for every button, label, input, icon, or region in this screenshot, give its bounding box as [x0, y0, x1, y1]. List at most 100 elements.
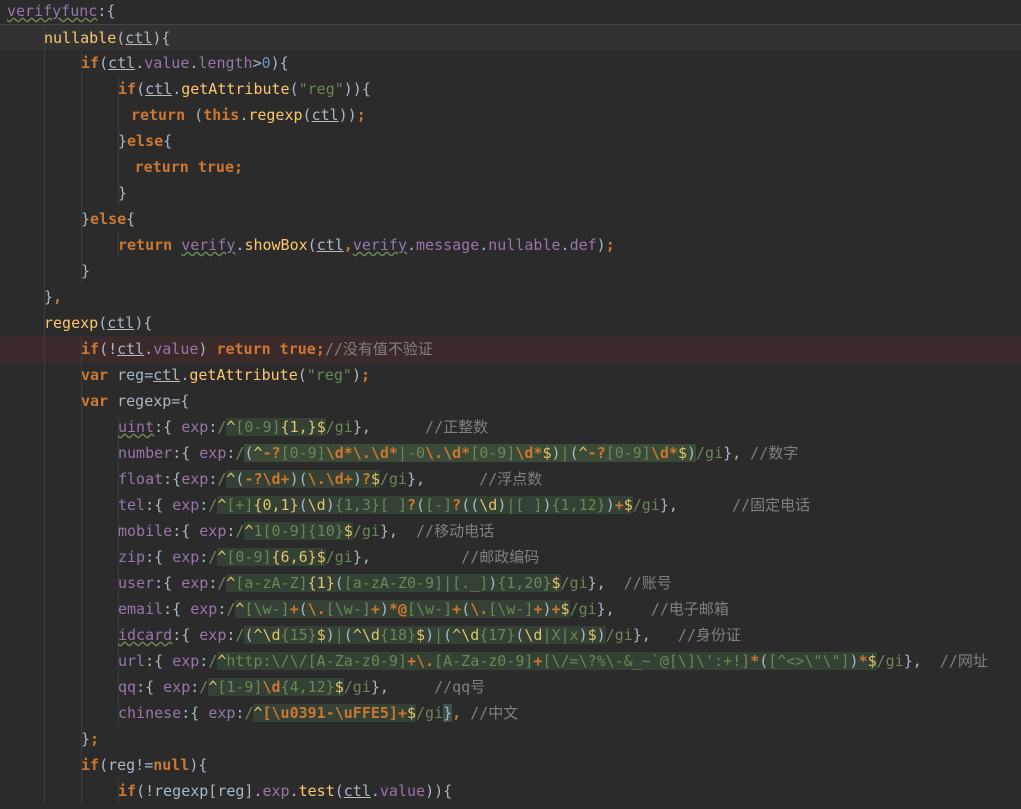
code-line[interactable]: }: [0, 180, 1021, 206]
code-token: null: [153, 756, 190, 774]
code-token: (: [343, 626, 353, 644]
indent-guide: [81, 622, 82, 648]
code-token: {15}: [280, 626, 317, 644]
indent-guide: [81, 674, 82, 700]
indent-guide: [81, 232, 82, 258]
code-line[interactable]: email:{ exp:/^[\w-]+(\.[\w-]+)*@[\w-]+(\…: [0, 596, 1021, 622]
indent-guide: [81, 778, 82, 804]
code-token: [\w-]: [244, 600, 290, 618]
code-token: message: [416, 236, 480, 254]
code-line[interactable]: return (this.regexp(ctl));: [0, 102, 1021, 128]
code-content: mobile:{ exp:/^1[0-9]{10}$/gi}, //移动电话: [118, 518, 494, 544]
code-token: {1,20}: [497, 574, 552, 592]
code-token: .: [560, 236, 570, 254]
code-line[interactable]: }else{: [0, 206, 1021, 232]
code-line[interactable]: }: [0, 258, 1021, 284]
code-line[interactable]: zip:{ exp:/^[0-9]{6,6}$/gi}, //邮政编码: [0, 544, 1021, 570]
code-line[interactable]: if(!ctl.value) return true;//没有值不验证: [0, 336, 1021, 362]
code-token: :{: [136, 678, 164, 696]
code-token: .: [144, 340, 154, 358]
code-token: showBox: [244, 236, 308, 254]
code-content: uint:{ exp:/^[0-9]{1,}$/gi}, //正整数: [118, 414, 488, 440]
code-token: verifyfunc: [7, 2, 98, 20]
code-token: (: [569, 444, 579, 462]
code-token: exp: [181, 470, 209, 488]
code-token: [1-9]: [217, 678, 263, 696]
code-line[interactable]: if(reg!=null){: [0, 752, 1021, 778]
code-line[interactable]: number:{ exp:/(^-?[0-9]\d*\.\d*|-0\.\d*[…: [0, 440, 1021, 466]
code-token: },: [903, 652, 922, 670]
code-token: \.: [470, 600, 489, 618]
indent-guide: [44, 518, 45, 544]
code-line[interactable]: return true;: [0, 154, 1021, 180]
code-line[interactable]: if(ctl.getAttribute("reg")){: [0, 76, 1021, 102]
code-token: .: [289, 782, 299, 800]
code-line[interactable]: url:{ exp:/^http:\/\/[A-Za-z0-9]+\.[A-Za…: [0, 648, 1021, 674]
code-content: number:{ exp:/(^-?[0-9]\d*\.\d*|-0\.\d*[…: [118, 440, 798, 466]
code-line[interactable]: regexp(ctl){: [0, 310, 1021, 336]
code-line[interactable]: tel:{ exp:/^[+]{0,1}(\d){1,3}[ ]?([-]?((…: [0, 492, 1021, 518]
code-line[interactable]: uint:{ exp:/^[0-9]{1,}$/gi}, //正整数: [0, 414, 1021, 440]
code-line[interactable]: chinese:{ exp:/^[\u0391-\uFFE5]+$/gi}, /…: [0, 700, 1021, 726]
code-token: return: [130, 106, 195, 124]
code-token: //移动电话: [397, 522, 495, 540]
code-token: length: [198, 54, 253, 72]
code-token: .: [370, 782, 380, 800]
code-token: //中文: [461, 704, 519, 722]
code-token: this: [203, 106, 240, 124]
code-token: //正整数: [370, 418, 489, 436]
code-token: {1}: [307, 574, 335, 592]
code-line[interactable]: qq:{ exp:/^[1-9]\d{4,12}$/gi}, //qq号: [0, 674, 1021, 700]
code-token: (: [194, 106, 204, 124]
code-token: (: [334, 574, 344, 592]
code-token: [0-9]: [470, 444, 516, 462]
code-token: /: [208, 496, 218, 514]
code-line[interactable]: };: [0, 726, 1021, 752]
code-line[interactable]: }else{: [0, 128, 1021, 154]
code-line[interactable]: var reg=ctl.getAttribute("reg");: [0, 362, 1021, 388]
code-token: ): [488, 574, 498, 592]
code-token: [\w-]: [488, 600, 534, 618]
code-line[interactable]: if(!regexp[reg].exp.test(ctl.value)){: [0, 778, 1021, 804]
code-line[interactable]: var regexp={: [0, 388, 1021, 414]
code-token: },: [659, 496, 678, 514]
code-line[interactable]: user:{ exp:/^[a-zA-Z]{1}([a-zA-Z0-9]|[._…: [0, 570, 1021, 596]
code-token: 0: [261, 54, 271, 72]
indent-guide: [44, 258, 45, 284]
code-line[interactable]: if(ctl.value.length>0){: [0, 50, 1021, 76]
code-token: [0-9]: [226, 548, 272, 566]
code-content: user:{ exp:/^[a-zA-Z]{1}([a-zA-Z0-9]|[._…: [118, 570, 672, 596]
code-token: var: [81, 392, 118, 410]
code-token: getAttribute: [181, 80, 290, 98]
code-token: ^: [253, 704, 263, 722]
code-line[interactable]: float:{exp:/^(-?\d+)(\.\d+)?$/gi}, //浮点数: [0, 466, 1021, 492]
code-token: exp: [172, 548, 200, 566]
code-token: :{: [172, 444, 200, 462]
code-token: (: [98, 314, 108, 332]
code-line[interactable]: mobile:{ exp:/^1[0-9]{10}$/gi}, //移动电话: [0, 518, 1021, 544]
code-token: exp: [190, 600, 218, 618]
code-line[interactable]: return verify.showBox(ctl,verify.message…: [0, 232, 1021, 258]
code-token: /gi: [352, 522, 380, 540]
code-line[interactable]: idcard:{ exp:/(^\d{15}$)|(^\d{18}$)|(^\d…: [0, 622, 1021, 648]
code-token: ,: [452, 704, 462, 722]
code-line[interactable]: },: [0, 284, 1021, 310]
code-token: {: [126, 210, 136, 228]
indent-guide: [44, 726, 45, 752]
code-line[interactable]: nullable(ctl){: [0, 24, 1021, 50]
code-token: (: [116, 29, 126, 47]
code-token: exp: [199, 522, 227, 540]
code-token: }: [81, 210, 91, 228]
code-token: \d: [524, 626, 543, 644]
code-token: .: [135, 54, 145, 72]
code-token: (!: [99, 340, 118, 358]
code-token: ;: [315, 340, 325, 358]
code-line[interactable]: verifyfunc:{: [0, 0, 1021, 24]
code-token: (: [298, 470, 308, 488]
indent-guide: [44, 102, 45, 128]
code-token: (reg!=: [99, 756, 154, 774]
code-token: $: [867, 652, 877, 670]
code-editor[interactable]: verifyfunc:{nullable(ctl){if(ctl.value.l…: [0, 0, 1021, 809]
code-token: ^\d: [352, 626, 380, 644]
code-token: if: [118, 80, 137, 98]
